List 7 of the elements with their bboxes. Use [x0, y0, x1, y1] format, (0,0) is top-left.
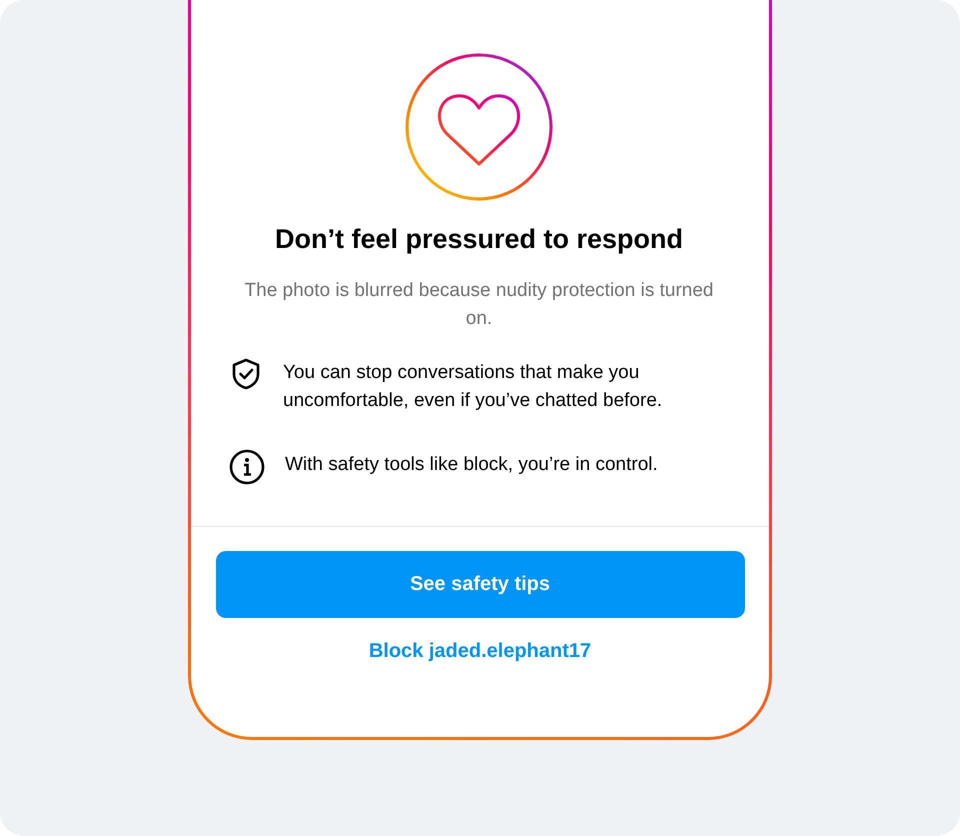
tip-text: You can stop conversations that make you uncomfortable, even if you’ve chatted before.: [283, 361, 664, 413]
see-safety-tips-button[interactable]: See safety tips: [216, 551, 744, 618]
tip-text: With safety tools like block, you’re in control.: [285, 453, 658, 477]
info-icon: [229, 449, 265, 485]
dialog-subtitle: The photo is blurred because nudity protection is turned on.: [244, 279, 714, 331]
block-user-link[interactable]: Block jaded.elephant17: [368, 640, 592, 663]
dialog-title: Don’t feel pressured to respond: [274, 224, 684, 255]
